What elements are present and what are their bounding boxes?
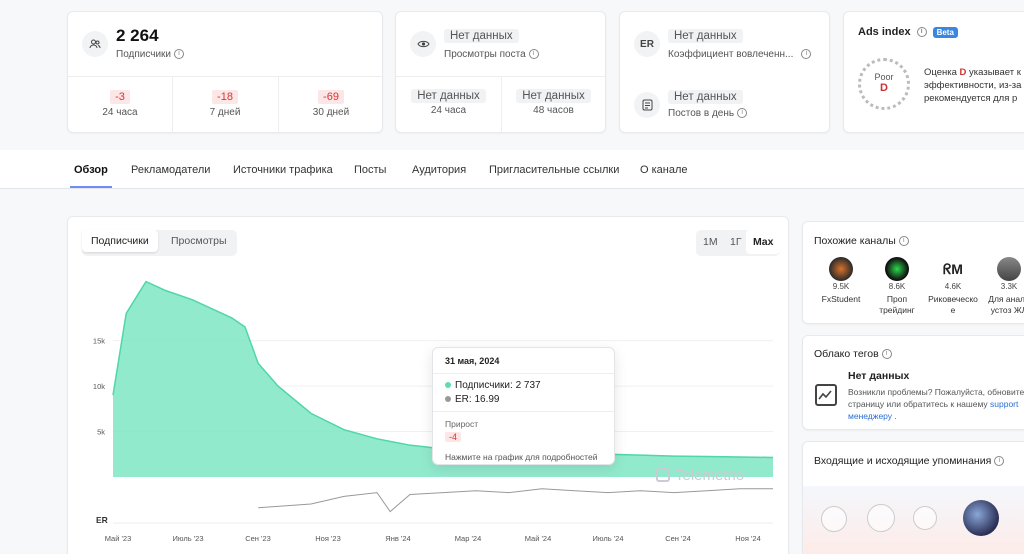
views-label: Просмотры поста i	[444, 49, 539, 60]
beta-badge: Beta	[932, 27, 958, 38]
tags-help-text: Возникли проблемы? Пожалуйста, обновите с…	[848, 387, 1024, 421]
info-icon[interactable]: i	[174, 49, 185, 60]
subscribers-value: 2 264	[116, 26, 159, 45]
tab-overview[interactable]: Обзор	[70, 164, 112, 188]
x-tick-label: Ноя '24	[735, 534, 761, 543]
x-tick-label: Янв '24	[385, 534, 410, 543]
channel-item[interactable]: 3.3KДля анали устоз ЖЛ	[984, 257, 1024, 316]
info-icon[interactable]: i	[737, 108, 748, 119]
mention-node[interactable]	[867, 504, 895, 532]
tooltip-hint: Нажмите на график для подробностей	[445, 452, 598, 462]
info-icon[interactable]: i	[994, 456, 1005, 467]
tags-nodata: Нет данных	[848, 370, 910, 382]
tab-invite-links[interactable]: Пригласительные ссылки	[489, 164, 619, 176]
views-24h: Нет данных 24 часа	[396, 89, 501, 116]
info-icon[interactable]: i	[528, 49, 539, 60]
grade-gauge: Poor D	[858, 58, 910, 110]
x-tick-label: Май '24	[525, 534, 552, 543]
subscribers-card: 2 264 Подписчики i -3 24 часа -18 7 дней -6…	[67, 11, 383, 133]
subscribers-label: Подписчики i	[116, 49, 185, 60]
channel-avatar	[997, 257, 1021, 281]
change-30d: -69 30 дней	[312, 90, 350, 118]
tab-posts[interactable]: Посты	[354, 164, 386, 176]
mentions-title: Входящие и исходящие упоминания i	[814, 455, 1005, 467]
er-value: Нет данных	[668, 29, 743, 43]
x-tick-label: Мар '24	[455, 534, 482, 543]
er-icon: ER	[634, 31, 660, 57]
info-icon[interactable]: i	[881, 349, 892, 360]
tab-advertisers[interactable]: Рекламодатели	[131, 164, 210, 176]
channel-avatar: ᖇM	[941, 257, 965, 281]
support-link[interactable]: support	[990, 399, 1018, 409]
info-icon[interactable]: i	[898, 236, 909, 247]
manager-link[interactable]: менеджеру	[848, 411, 892, 421]
posts-icon	[634, 92, 660, 118]
x-tick-label: Сен '23	[245, 534, 271, 543]
ads-index-card: Ads index i Beta Poor D Оценка D указывает…	[843, 11, 1024, 133]
change-7d: -18 7 дней	[209, 90, 241, 118]
info-icon[interactable]: i	[801, 49, 812, 60]
views-value: Нет данных	[444, 29, 519, 43]
x-tick-label: Июль '23	[173, 534, 204, 543]
chart-logo-icon	[656, 468, 670, 482]
mention-avatar[interactable]	[963, 500, 999, 536]
tags-title: Облако тегов i	[814, 348, 892, 360]
posts-value: Нет данных	[668, 90, 743, 104]
tab-bar: Обзор Рекламодатели Источники трафика По…	[0, 150, 1024, 189]
x-tick-label: Июль '24	[593, 534, 624, 543]
channel-avatar	[885, 257, 909, 281]
users-icon	[82, 31, 108, 57]
y-tick-label: 15k	[93, 337, 105, 346]
chart-broken-icon	[815, 384, 837, 406]
mention-node[interactable]	[913, 506, 937, 530]
x-tick-label: Май '23	[105, 534, 132, 543]
chart-card: Подписчики Просмотры 1M 1Г Max 15k 10k 5k М…	[67, 216, 789, 554]
mentions-card: Входящие и исходящие упоминания i	[802, 441, 1024, 554]
tooltip-growth-label: Прирост	[445, 419, 479, 429]
posts-label: Постов в день i	[668, 108, 748, 119]
mention-node[interactable]	[821, 506, 847, 532]
similar-channels-card: Похожие каналы i 9.5K FxStudent 8.6K Проп т…	[802, 221, 1024, 324]
er-label: Коэффициент вовлеченн... i	[668, 49, 812, 60]
chart-tooltip: 31 мая, 2024 Подписчики: 2 737 ER: 16.99…	[432, 347, 615, 465]
er-line	[258, 488, 773, 513]
tab-audience[interactable]: Аудитория	[412, 164, 466, 176]
tooltip-growth-value: -4	[445, 432, 462, 442]
tab-traffic-sources[interactable]: Источники трафика	[233, 164, 333, 176]
channel-item[interactable]: 9.5K FxStudent	[816, 257, 866, 305]
change-24h: -3 24 часа	[102, 90, 138, 118]
tooltip-date: 31 мая, 2024	[445, 356, 500, 366]
y-tick-label: 5k	[97, 428, 105, 437]
telemetrio-watermark: Telemetrio	[656, 467, 744, 484]
x-tick-label: Сен '24	[665, 534, 691, 543]
tooltip-subscribers: Подписчики: 2 737	[445, 380, 541, 391]
channel-item[interactable]: 8.6K Проп трейдинг	[872, 257, 922, 316]
ads-description: Оценка D указывает к эффективности, из-з…	[924, 67, 1022, 104]
info-icon[interactable]: i	[916, 27, 927, 38]
er-card: ER Нет данных Коэффициент вовлеченн... i …	[619, 11, 830, 133]
subscribers-chart[interactable]: 15k 10k 5k Май '23 Июль '23 Сен '23 Ноя '23 Янв…	[68, 217, 790, 554]
x-tick-label: Ноя '23	[315, 534, 341, 543]
tooltip-er: ER: 16.99	[445, 394, 499, 405]
views-48h: Нет данных 48 часов	[501, 89, 606, 116]
eye-icon	[410, 31, 436, 57]
y-tick-label: 10k	[93, 382, 105, 391]
tab-about[interactable]: О канале	[640, 164, 688, 176]
tags-cloud-card: Облако тегов i Нет данных Возникли пробле…	[802, 335, 1024, 430]
channel-avatar	[829, 257, 853, 281]
channel-item[interactable]: ᖇM 4.6K Риковеческо е	[928, 257, 978, 316]
similar-title: Похожие каналы i	[814, 235, 909, 247]
views-card: Нет данных Просмотры поста i Нет данных 24…	[395, 11, 606, 133]
er-axis-label: ER	[96, 515, 108, 525]
ads-index-title: Ads index i Beta	[858, 26, 958, 38]
